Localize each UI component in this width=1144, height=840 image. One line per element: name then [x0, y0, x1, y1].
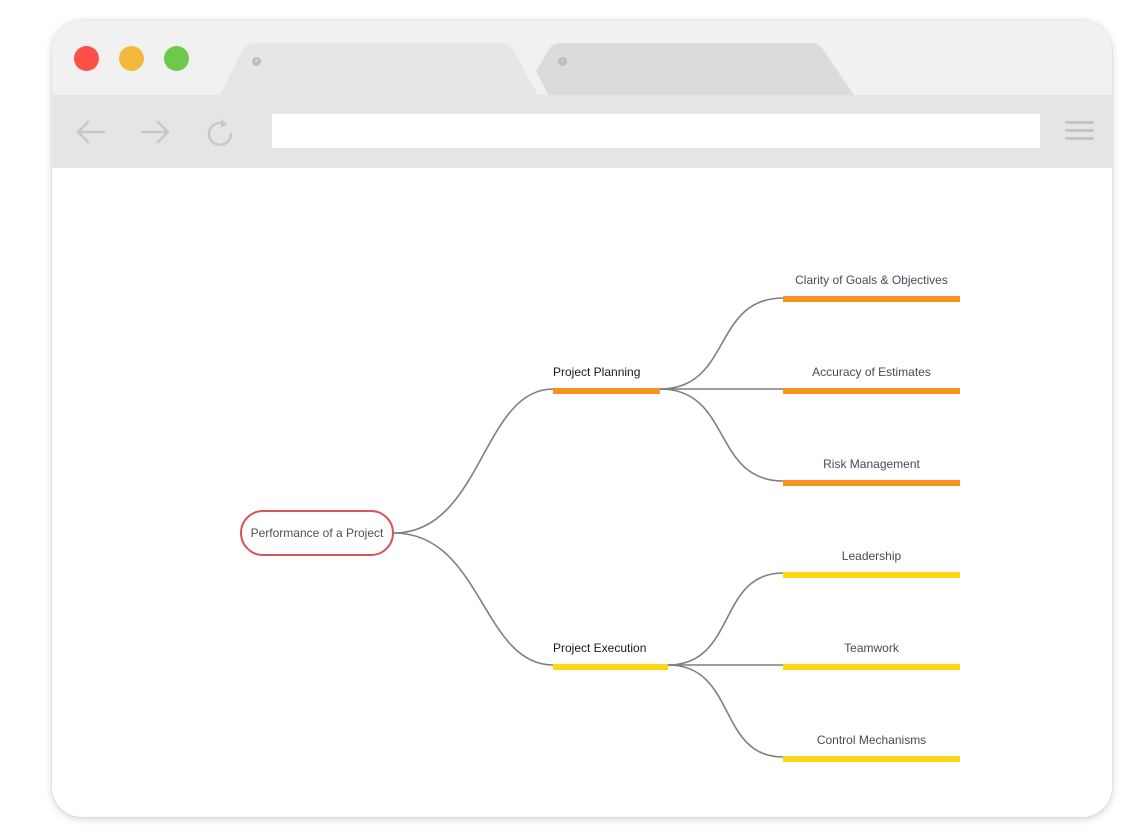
leaf-bar	[783, 572, 960, 578]
root-node-label: Performance of a Project	[250, 526, 384, 540]
leaf-node[interactable]: Accuracy of Estimates	[783, 365, 960, 379]
connector-execution-leaf-1	[667, 572, 784, 666]
tab-1[interactable]: ×	[220, 43, 550, 95]
connector-execution-leaf-3	[667, 664, 784, 758]
page-content: Performance of a Project Project Plannin…	[52, 168, 1112, 817]
branch-bar-execution	[553, 664, 668, 670]
connector-planning-leaf-3	[659, 388, 784, 482]
leaf-node[interactable]: Risk Management	[783, 457, 960, 471]
tab-2[interactable]: ×	[536, 43, 858, 95]
leaf-bar	[783, 756, 960, 762]
connector-root-execution	[393, 532, 554, 666]
branch-bar-planning	[553, 388, 660, 394]
branch-node-execution[interactable]: Project Execution	[553, 641, 646, 655]
connector-root-planning	[393, 388, 554, 534]
title-bar: × ×	[52, 20, 1112, 95]
tab-2-shape	[536, 43, 854, 95]
leaf-bar	[783, 664, 960, 670]
arrow-left-icon[interactable]	[74, 116, 108, 148]
tab-close-icon[interactable]: ×	[558, 57, 567, 66]
arrow-right-icon[interactable]	[138, 116, 172, 148]
reload-icon[interactable]	[203, 116, 237, 148]
tab-1-shape	[220, 43, 538, 95]
address-bar-input[interactable]	[272, 114, 1040, 148]
tab-close-icon[interactable]: ×	[252, 57, 261, 66]
leaf-bar	[783, 480, 960, 486]
maximize-window-button[interactable]	[164, 46, 189, 71]
leaf-node[interactable]: Clarity of Goals & Objectives	[783, 273, 960, 287]
close-window-button[interactable]	[74, 46, 99, 71]
browser-toolbar	[52, 95, 1112, 168]
leaf-node[interactable]: Leadership	[783, 549, 960, 563]
mindmap-canvas	[393, 296, 960, 762]
leaf-bar	[783, 296, 960, 302]
branch-node-planning[interactable]: Project Planning	[553, 365, 640, 379]
connector-planning-leaf-1	[659, 297, 784, 390]
root-node[interactable]: Performance of a Project	[240, 510, 394, 556]
minimize-window-button[interactable]	[119, 46, 144, 71]
leaf-node[interactable]: Teamwork	[783, 641, 960, 655]
leaf-node[interactable]: Control Mechanisms	[783, 733, 960, 747]
hamburger-menu-icon[interactable]	[1065, 121, 1095, 143]
browser-window: × × Performance of a Project Project Pla…	[52, 20, 1112, 817]
leaf-bar	[783, 388, 960, 394]
